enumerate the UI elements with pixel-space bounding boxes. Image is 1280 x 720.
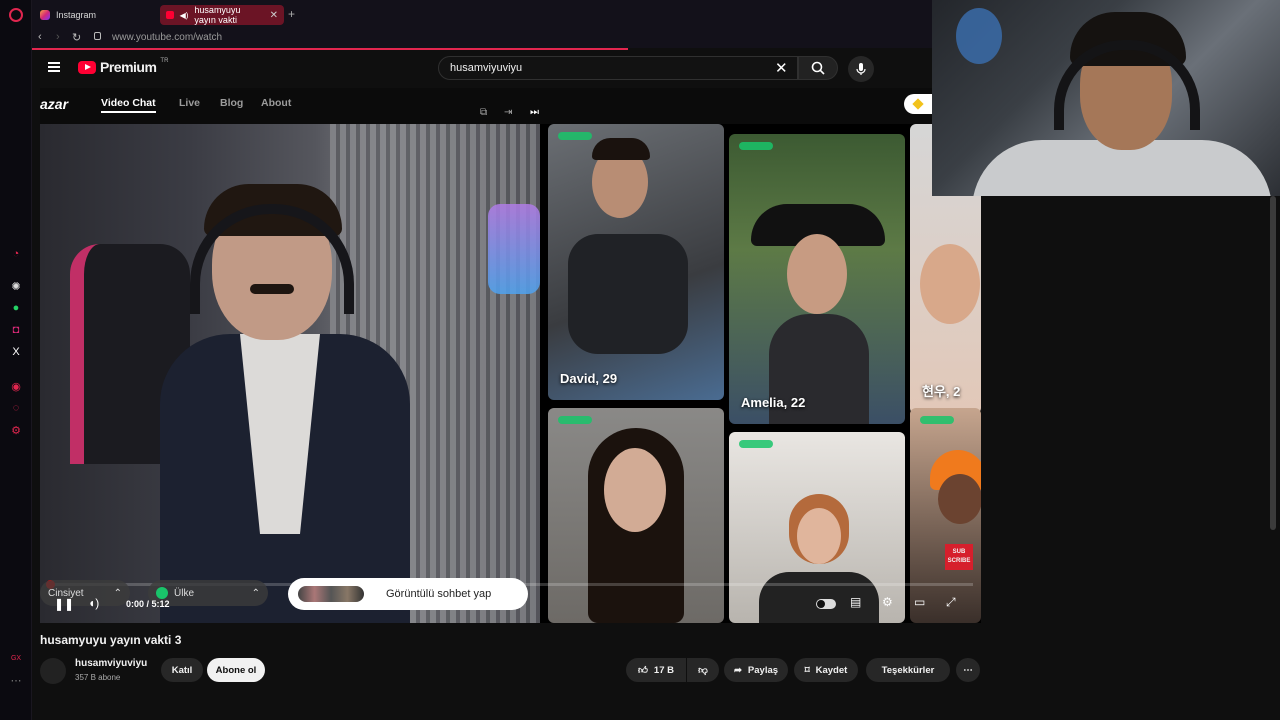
- thumbs-down-icon: 👎︎: [698, 665, 708, 676]
- menu-icon[interactable]: [48, 62, 60, 72]
- address-bar: ‹ › ↻ www.youtube.com/watch: [32, 28, 932, 48]
- subtitles-icon[interactable]: ▤: [850, 595, 861, 609]
- save-button[interactable]: ⌑ Kaydet: [794, 658, 858, 682]
- profile-grid: David, 29 Amelia, 22 현우, 2: [548, 124, 981, 623]
- lock-icon: [94, 32, 101, 40]
- bookmark-icon: ⌑: [804, 664, 810, 676]
- clear-search-icon[interactable]: ✕: [775, 59, 788, 77]
- thanks-button[interactable]: Teşekkürler: [866, 658, 950, 682]
- popout-icon[interactable]: ⧉: [480, 107, 487, 118]
- azar-nav-video-chat: Video Chat: [101, 97, 156, 113]
- profile-label: 현우, 2: [922, 384, 961, 399]
- gx-icon[interactable]: GX: [9, 651, 23, 665]
- speaker-icon[interactable]: ◀): [180, 11, 189, 20]
- azar-nav-blog: Blog: [220, 97, 244, 109]
- exit-icon[interactable]: ⇥: [504, 107, 512, 118]
- channel-name[interactable]: husamviyuviyu: [75, 658, 147, 669]
- voice-search-button[interactable]: [848, 56, 874, 82]
- youtube-favicon-icon: [166, 11, 174, 19]
- search-input[interactable]: husamviyuviyu: [450, 62, 522, 74]
- dislike-button[interactable]: 👎︎: [687, 658, 719, 682]
- logo-text: Premium: [100, 59, 157, 75]
- tab-label: Instagram: [56, 10, 97, 20]
- more-horizontal-icon: ⋯: [963, 664, 973, 676]
- whatsapp-icon[interactable]: ●: [9, 301, 23, 315]
- azar-navbar: azar Video Chat Live Blog About ⧉ ⇥ ⏭: [40, 88, 981, 124]
- search-button[interactable]: [798, 56, 838, 80]
- streamer-figure: [160, 184, 410, 623]
- forward-icon[interactable]: ›: [56, 31, 60, 43]
- instagram-icon[interactable]: ◘: [9, 323, 23, 337]
- volume-icon[interactable]: ◖): [88, 596, 99, 610]
- thumbs-up-icon: 👍︎: [637, 665, 648, 676]
- search-icon: [811, 61, 825, 75]
- back-icon[interactable]: ‹: [38, 31, 42, 43]
- settings-icon[interactable]: ⚙: [882, 595, 893, 609]
- plush-toy: [956, 8, 1002, 64]
- azar-nav-about: About: [261, 97, 292, 109]
- azar-nav-live: Live: [179, 97, 201, 109]
- share-icon: ➦: [733, 664, 742, 676]
- video-title: husamyuyu yayın vakti 3: [40, 633, 182, 647]
- profile-label: Amelia, 22: [741, 395, 806, 410]
- like-button[interactable]: 👍︎ 17 B: [626, 658, 686, 682]
- page-scrollbar[interactable]: [1270, 196, 1276, 530]
- azar-logo: azar: [40, 96, 69, 112]
- more-dots-icon[interactable]: ⋯: [9, 673, 23, 687]
- player-icon[interactable]: ◉: [9, 379, 23, 393]
- profile-tile: [910, 408, 981, 623]
- subscribe-button[interactable]: Abone ol: [207, 658, 265, 682]
- profile-tile: David, 29: [548, 124, 724, 400]
- browser-sidebar: ◔ ✺ ● ◘ X ◉ ◌ ⚙ GX ⋯: [0, 0, 32, 720]
- tab-label: husamyuyu yayın vakti: [194, 5, 241, 25]
- youtube-play-icon: [78, 60, 96, 74]
- rgb-microphone: [488, 204, 540, 294]
- url-field[interactable]: www.youtube.com/watch: [112, 32, 222, 43]
- tab-instagram[interactable]: Instagram: [34, 5, 154, 25]
- instagram-favicon-icon: [40, 10, 50, 20]
- fullscreen-icon[interactable]: ⤢: [946, 595, 956, 610]
- tab-bar: Instagram ◀) husamyuyu yayın vakti ✕ +: [32, 0, 932, 28]
- join-button[interactable]: Katıl: [161, 658, 203, 682]
- tab-youtube[interactable]: ◀) husamyuyu yayın vakti ✕: [160, 5, 284, 25]
- share-button[interactable]: ➦ Paylaş: [724, 658, 788, 682]
- opera-ai-icon[interactable]: ◔: [9, 247, 23, 261]
- pause-icon[interactable]: ❚❚: [54, 597, 74, 611]
- microphone-icon: [856, 63, 866, 75]
- cta-label: Görüntülü sohbet yap: [386, 588, 492, 600]
- chatgpt-icon[interactable]: ✺: [9, 279, 23, 293]
- skip-icon[interactable]: ⏭: [530, 107, 539, 118]
- streamer-camera: [40, 124, 540, 623]
- profile-label: David, 29: [560, 371, 618, 386]
- channel-avatar[interactable]: [40, 658, 66, 684]
- subscriber-count: 357 B abone: [75, 673, 121, 682]
- time-display: 0:00 / 5:12: [126, 599, 170, 609]
- miniplayer-icon[interactable]: ▭: [914, 595, 925, 609]
- logo-region: TR: [160, 58, 169, 64]
- x-twitter-icon[interactable]: X: [9, 345, 23, 359]
- reload-icon[interactable]: ↻: [72, 31, 81, 44]
- video-player[interactable]: azar Video Chat Live Blog About ⧉ ⇥ ⏭ Da…: [40, 88, 981, 623]
- profile-tile: [548, 408, 724, 623]
- subscribe-watermark: SUB SCRIBE: [945, 544, 973, 570]
- youtube-header: Premium TR husamviyuviyu ✕: [32, 50, 932, 86]
- settings-gear-icon[interactable]: ⚙: [9, 423, 23, 437]
- autoplay-toggle[interactable]: [816, 599, 836, 609]
- close-tab-icon[interactable]: ✕: [270, 10, 278, 21]
- avatar-stack: [298, 586, 364, 602]
- profile-tile: Amelia, 22: [729, 134, 905, 424]
- webcam-overlay: [932, 0, 1280, 196]
- video-chat-cta: Görüntülü sohbet yap: [288, 578, 528, 610]
- more-actions-button[interactable]: ⋯: [956, 658, 980, 682]
- search-box[interactable]: husamviyuviyu ✕: [438, 56, 798, 80]
- profile-tile: [729, 432, 905, 623]
- chat-bubble-icon[interactable]: ◌: [9, 401, 23, 415]
- new-tab-button[interactable]: +: [288, 7, 295, 21]
- youtube-logo[interactable]: Premium TR: [78, 58, 169, 75]
- opera-logo-icon[interactable]: [9, 8, 23, 22]
